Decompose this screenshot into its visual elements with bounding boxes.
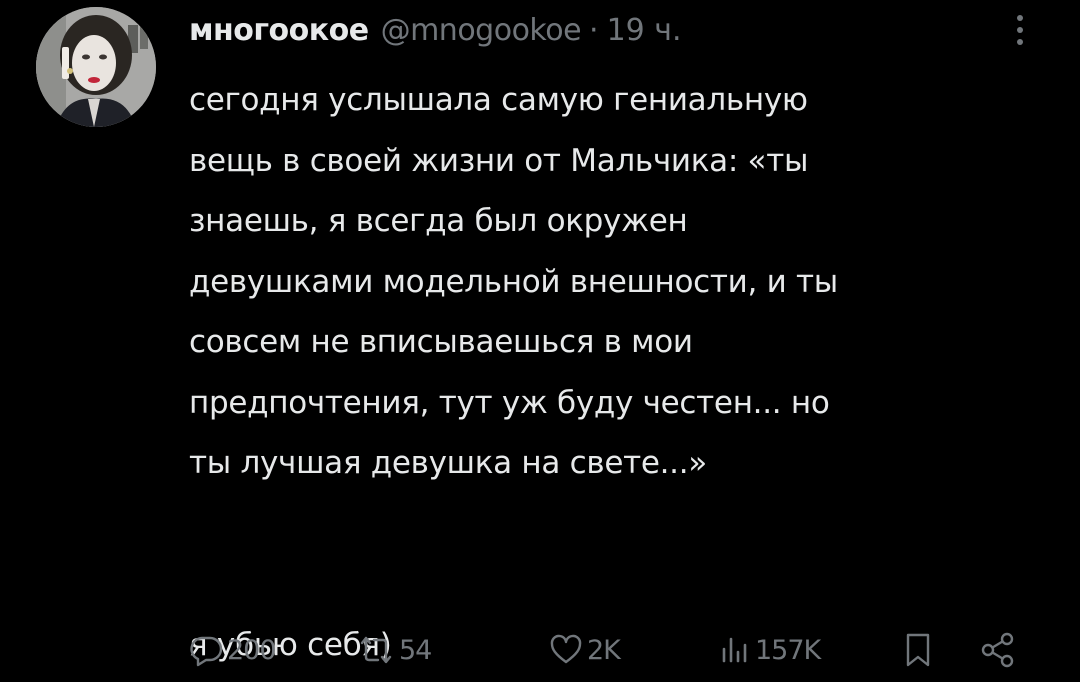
tweet-text-line: предпочтения, тут уж буду честен... но [189,384,830,421]
more-options-button[interactable] [1008,10,1032,50]
views-count: 157K [755,634,821,666]
retweet-count: 54 [399,634,432,666]
action-bar: 200 54 2K 157K [189,622,1039,678]
vertical-ellipsis-icon [1017,15,1023,45]
tweet-text-line: вещь в своей жизни от Мальчика: «ты [189,142,809,179]
retweet-arrows-icon [360,636,392,664]
tweet-text-line: знаешь, я всегда был окружен [189,203,688,239]
like-button[interactable]: 2K [549,622,621,678]
tweet-timestamp[interactable]: 19 ч. [607,13,682,48]
author-name[interactable]: многоокое [189,13,369,48]
reply-button[interactable]: 200 [189,622,277,678]
tweet-text-line: девушками модельной внешности, и ты [189,263,838,300]
retweet-button[interactable]: 54 [357,622,432,678]
like-count: 2K [587,634,621,666]
share-button[interactable] [979,622,1017,678]
views-button[interactable]: 157K [717,622,821,678]
bookmark-button[interactable] [901,622,935,678]
tweet-text-line: сегодня услышала самую гениальную [189,82,808,118]
tweet-header: многоокое @mnogookoe · 19 ч. [189,8,682,52]
tweet-text-line: ты лучшая девушка на свете...» [189,445,707,481]
tweet: многоокое @mnogookoe · 19 ч. сегодня усл… [0,0,1080,682]
reply-count: 200 [227,634,277,666]
heart-icon [550,634,582,664]
speech-bubble-icon [190,636,223,667]
bookmark-icon [906,633,930,667]
header-separator: · [589,12,599,48]
avatar-photo [36,7,156,127]
bar-chart-icon [722,637,747,663]
avatar[interactable] [36,7,156,127]
share-icon [981,632,1014,668]
tweet-text-line: совсем не вписываешься в мои [189,324,693,360]
tweet-text: сегодня услышала самую гениальную вещь в… [189,70,1049,675]
author-handle[interactable]: @mnogookoe [381,13,582,48]
